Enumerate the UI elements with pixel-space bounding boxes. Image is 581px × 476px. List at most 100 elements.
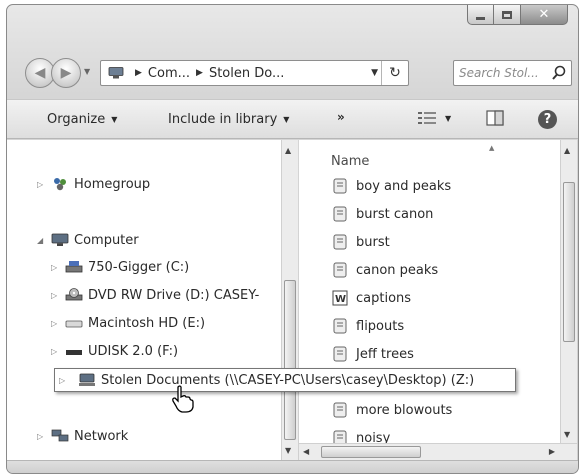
organize-menu[interactable]: Organize ▼ <box>47 112 117 127</box>
help-button[interactable]: ? <box>538 110 557 129</box>
expand-arrow-icon[interactable]: ▷ <box>59 376 69 385</box>
search-icon <box>552 65 566 80</box>
expand-arrow-icon[interactable]: ▷ <box>37 180 47 189</box>
expand-arrow-icon[interactable]: ▷ <box>37 432 47 441</box>
breadcrumb-computer[interactable]: Com... <box>148 66 190 81</box>
list-item[interactable]: boy and peaks <box>332 178 451 194</box>
more-commands-button[interactable]: » <box>337 110 345 124</box>
scrollbar-thumb[interactable] <box>284 280 296 440</box>
network-drive-icon <box>78 372 96 388</box>
search-box[interactable]: Search Stol... <box>453 60 572 86</box>
maximize-icon <box>502 10 512 19</box>
file-name: canon peaks <box>356 262 439 278</box>
search-placeholder: Search Stol... <box>459 66 539 80</box>
svg-text:W: W <box>335 294 346 305</box>
file-name: captions <box>356 290 412 306</box>
recent-pages-dropdown[interactable]: ▼ <box>84 67 90 76</box>
tree-label: 750-Gigger (C:) <box>88 259 190 275</box>
tree-item-drive-c[interactable]: ▷ 750-Gigger (C:) <box>51 259 189 275</box>
tree-item-computer[interactable]: ◢ Computer <box>37 232 139 248</box>
horizontal-scrollbar[interactable]: ◀ ▶ <box>299 443 577 460</box>
details-pane <box>7 460 578 473</box>
usb-drive-icon <box>65 343 83 359</box>
list-item[interactable]: Jeff trees <box>332 346 414 362</box>
help-icon: ? <box>538 110 557 129</box>
scroll-right-icon[interactable]: ▶ <box>549 447 555 456</box>
tree-label: DVD RW Drive (D:) CASEY- <box>88 287 260 303</box>
file-list-pane: ▲ Name boy and peaks burst canon burst c… <box>299 140 577 458</box>
dvd-drive-icon <box>65 287 83 303</box>
forward-arrow-icon: ▶ <box>60 65 72 81</box>
close-icon: ✕ <box>538 7 550 22</box>
network-icon <box>51 428 69 444</box>
caption-buttons: ✕ <box>467 5 568 25</box>
close-button[interactable]: ✕ <box>521 5 568 25</box>
computer-icon <box>108 67 124 79</box>
refresh-icon: ↻ <box>389 65 401 81</box>
scroll-down-icon[interactable]: ▼ <box>564 430 570 439</box>
tree-label: Computer <box>74 232 139 248</box>
scroll-up-icon[interactable]: ▲ <box>564 146 570 155</box>
tree-item-drive-d[interactable]: ▷ DVD RW Drive (D:) CASEY- <box>51 287 259 303</box>
expand-arrow-icon[interactable]: ▷ <box>51 263 61 272</box>
document-icon <box>333 346 347 362</box>
organize-label: Organize <box>47 112 106 127</box>
scrollbar-thumb[interactable] <box>321 446 421 458</box>
tree-item-network[interactable]: ▷ Network <box>37 428 128 444</box>
tree-item-drive-z-tooltip[interactable]: ▷ Stolen Documents (\\CASEY-PC\Users\cas… <box>54 368 516 392</box>
scroll-up-icon[interactable]: ▲ <box>285 146 291 155</box>
document-icon <box>333 318 347 334</box>
include-in-library-menu[interactable]: Include in library ▼ <box>168 112 289 127</box>
chevron-down-icon: ▼ <box>445 113 452 123</box>
column-header-name[interactable]: Name <box>331 154 369 169</box>
drive-icon <box>65 315 83 331</box>
change-view-button[interactable]: ▼ <box>417 110 451 126</box>
tree-label: Macintosh HD (E:) <box>88 315 206 331</box>
hard-drive-icon <box>65 259 83 275</box>
list-item[interactable]: flipouts <box>332 318 404 334</box>
breadcrumb-chevron-icon[interactable]: ▶ <box>196 68 203 78</box>
refresh-button[interactable]: ↻ <box>381 61 408 85</box>
navigation-pane: ▷ Homegroup ◢ Computer ▷ 750-Gigger (C:)… <box>7 140 291 460</box>
scroll-down-icon[interactable]: ▼ <box>285 446 291 455</box>
maximize-button[interactable] <box>494 5 521 25</box>
expand-arrow-icon[interactable]: ▷ <box>51 291 61 300</box>
expand-arrow-icon[interactable]: ▷ <box>51 319 61 328</box>
navigation-pane-scrollbar[interactable]: ▲ ▼ <box>281 140 298 460</box>
breadcrumb-stolen-documents[interactable]: Stolen Do... <box>209 66 284 81</box>
tree-item-drive-f[interactable]: ▷ UDISK 2.0 (F:) <box>51 343 178 359</box>
document-icon <box>333 234 347 250</box>
tree-item-homegroup[interactable]: ▷ Homegroup <box>37 176 150 192</box>
scrollbar-thumb[interactable] <box>563 182 575 342</box>
scroll-left-icon[interactable]: ◀ <box>303 447 309 456</box>
file-name: Jeff trees <box>356 346 414 362</box>
navigation-bar: ◀ ▶ ▼ ▶ Com... ▶ Stolen Do... ▼ ↻ Search… <box>25 58 572 88</box>
hand-cursor-icon <box>172 385 194 413</box>
list-item[interactable]: canon peaks <box>332 262 438 278</box>
minimize-button[interactable] <box>467 5 494 25</box>
list-item[interactable]: burst canon <box>332 206 433 222</box>
document-icon <box>333 402 347 418</box>
document-icon <box>333 262 347 278</box>
address-bar[interactable]: ▶ Com... ▶ Stolen Do... ▼ ↻ <box>100 60 409 86</box>
file-name: burst <box>356 234 390 250</box>
file-name: burst canon <box>356 206 434 222</box>
explorer-window: ✕ ◀ ▶ ▼ ▶ Com... ▶ Stolen Do... ▼ ↻ Sear… <box>6 4 579 474</box>
preview-pane-icon <box>486 110 504 126</box>
preview-pane-button[interactable] <box>486 110 504 126</box>
collapse-arrow-icon[interactable]: ◢ <box>37 236 47 245</box>
more-label: » <box>337 110 345 124</box>
tree-item-drive-e[interactable]: ▷ Macintosh HD (E:) <box>51 315 205 331</box>
forward-button[interactable]: ▶ <box>51 58 81 88</box>
word-document-icon: W <box>332 290 348 306</box>
expand-arrow-icon[interactable]: ▷ <box>51 347 61 356</box>
minimize-icon <box>476 17 485 20</box>
command-bar: Organize ▼ Include in library ▼ » ▼ ? <box>7 99 578 139</box>
breadcrumb-chevron-icon[interactable]: ▶ <box>135 68 142 78</box>
list-item[interactable]: W captions <box>332 290 411 306</box>
list-item[interactable]: more blowouts <box>332 402 452 418</box>
address-history-dropdown[interactable]: ▼ <box>371 68 378 78</box>
list-item[interactable]: burst <box>332 234 390 250</box>
file-list-scrollbar[interactable]: ▲ ▼ <box>560 140 577 443</box>
sort-indicator-icon: ▲ <box>489 144 495 152</box>
